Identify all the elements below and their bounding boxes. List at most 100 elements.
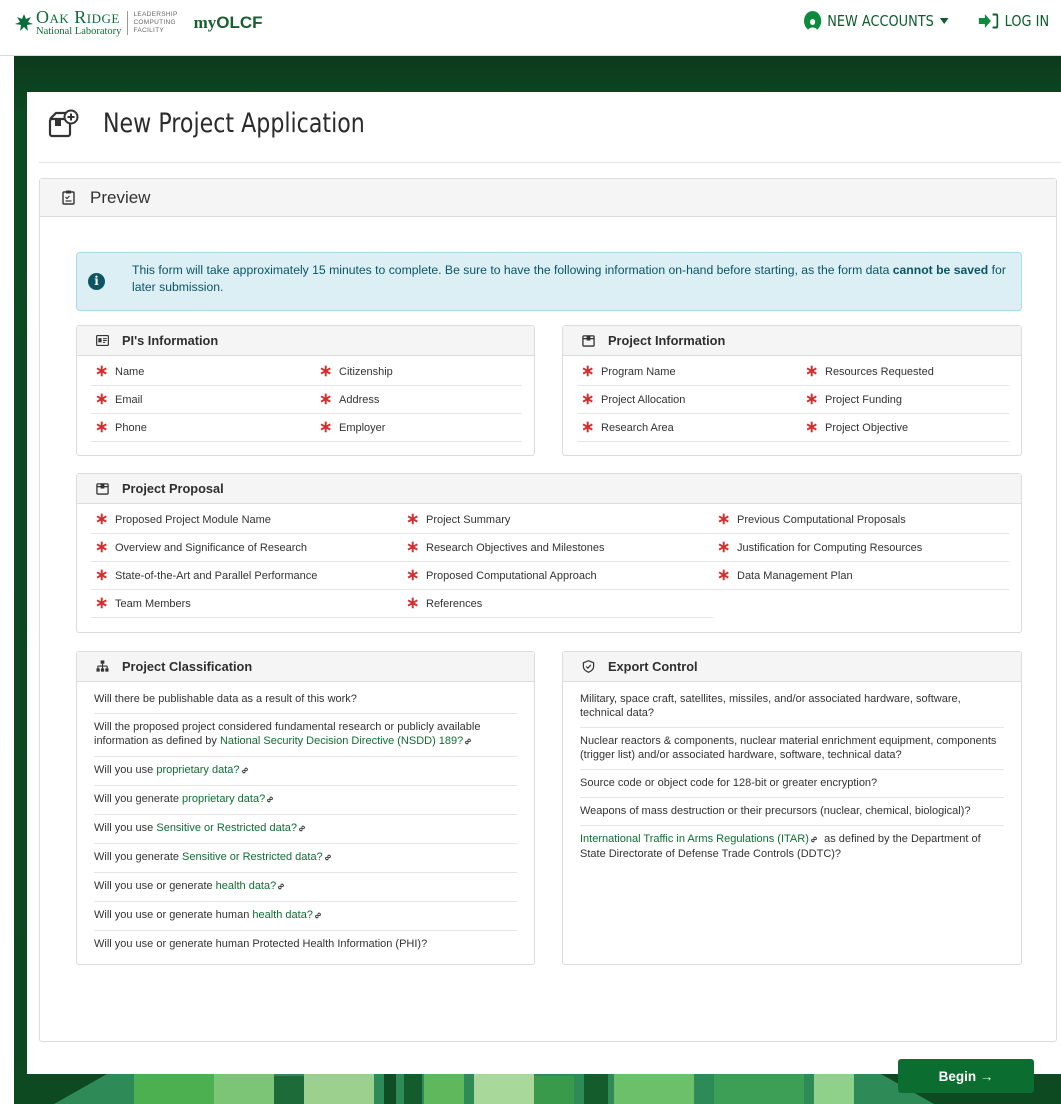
preview-header: Preview xyxy=(40,179,1056,217)
link-icon[interactable]: ∞ xyxy=(311,909,326,924)
info-alert: i This form will take approximately 15 m… xyxy=(76,252,1022,311)
required-field-item: ∗ Phone xyxy=(91,414,315,442)
project-classification-panel: Project Classification Will there be pub… xyxy=(76,651,535,965)
required-asterisk-icon: ∗ xyxy=(581,362,595,380)
question-text: Source code or object code for 128-bit o… xyxy=(580,777,878,789)
shield-icon xyxy=(582,660,595,673)
required-field-item: ∗ Previous Computational Proposals xyxy=(713,506,1009,534)
org-subtitle: National Laboratory xyxy=(36,26,122,37)
required-field-item: ∗ Proposed Project Module Name xyxy=(91,506,402,534)
question-text: Will you use xyxy=(94,764,157,776)
new-accounts-dropdown[interactable]: NEW ACCOUNTS xyxy=(804,11,949,31)
link-icon[interactable]: ∞ xyxy=(274,880,289,895)
required-asterisk-icon: ∗ xyxy=(95,594,109,612)
question-text: Weapons of mass destruction or their pre… xyxy=(580,805,971,817)
alert-message: This form will take approximately 15 min… xyxy=(132,262,1012,296)
id-card-icon xyxy=(96,334,109,347)
question-text: Will you use or generate human xyxy=(94,909,253,921)
sign-in-icon xyxy=(979,13,999,29)
question-item: Will you use or generate human health da… xyxy=(94,902,517,931)
question-item: Nuclear reactors & components, nuclear m… xyxy=(580,728,1004,770)
required-asterisk-icon: ∗ xyxy=(805,390,819,408)
login-label: LOG IN xyxy=(1004,12,1050,30)
question-link[interactable]: health data? xyxy=(216,880,277,892)
question-item: Will you use proprietary data?∞ xyxy=(94,757,517,786)
required-field-label: Proposed Computational Approach xyxy=(426,569,597,582)
divider xyxy=(39,162,1061,163)
facility-line: FACILITY xyxy=(133,26,165,34)
required-asterisk-icon: ∗ xyxy=(406,538,420,556)
facility-line: COMPUTING xyxy=(133,18,176,26)
panel-title: Export Control xyxy=(608,659,698,674)
panel-header: Project Information xyxy=(563,326,1021,356)
project-proposal-panel: Project Proposal ∗ Proposed Project Modul… xyxy=(76,473,1022,633)
question-item: International Traffic in Arms Regulation… xyxy=(580,826,1004,868)
required-asterisk-icon: ∗ xyxy=(581,418,595,436)
question-text: Will you use xyxy=(94,822,157,834)
question-link[interactable]: International Traffic in Arms Regulation… xyxy=(580,833,809,845)
required-field-label: References xyxy=(426,597,483,610)
panel-title: Project Proposal xyxy=(122,481,224,496)
question-link[interactable]: proprietary data? xyxy=(156,764,239,776)
required-field-label: Employer xyxy=(339,421,386,434)
required-field-item: ∗ References xyxy=(402,590,713,618)
required-asterisk-icon: ∗ xyxy=(805,362,819,380)
link-icon[interactable]: ∞ xyxy=(238,764,253,779)
required-field-label: Project Objective xyxy=(825,421,909,434)
app-name: myOLCF xyxy=(194,13,263,33)
login-link[interactable]: LOG IN xyxy=(978,12,1049,30)
required-field-label: Project Summary xyxy=(426,513,511,526)
nav-right: NEW ACCOUNTS LOG IN xyxy=(804,11,1061,31)
ornl-leaf-logo-icon xyxy=(15,13,33,31)
page-header: New Project Application xyxy=(47,108,422,139)
required-field-item: ∗ Project Allocation xyxy=(577,386,801,414)
new-project-icon xyxy=(48,109,79,137)
main-card: New Project Application Preview i This f… xyxy=(27,92,1061,1093)
question-item: Source code or object code for 128-bit o… xyxy=(580,770,1004,798)
required-field-label: Overview and Significance of Research xyxy=(115,541,307,554)
question-text: Will there be publishable data as a resu… xyxy=(94,693,357,705)
info-circle-icon: i xyxy=(88,273,105,290)
pi-information-panel: PI's Information ∗ Name ∗ Citizenship ∗ Email… xyxy=(76,325,535,456)
required-asterisk-icon: ∗ xyxy=(406,594,420,612)
question-link[interactable]: proprietary data? xyxy=(182,793,265,805)
required-field-item: ∗ Program Name xyxy=(577,358,801,386)
panel-title: PI's Information xyxy=(122,333,219,348)
link-icon[interactable]: ∞ xyxy=(295,822,310,837)
preview-title: Preview xyxy=(90,187,151,207)
question-link[interactable]: Sensitive or Restricted data? xyxy=(182,851,323,863)
question-link[interactable]: National Security Decision Directive (NS… xyxy=(220,735,463,747)
required-asterisk-icon: ∗ xyxy=(319,390,333,408)
panel-title: Project Classification xyxy=(122,659,253,674)
required-asterisk-icon: ∗ xyxy=(581,390,595,408)
preview-panel: Preview i This form will take approximat… xyxy=(39,178,1057,1093)
user-circle-icon xyxy=(804,11,822,31)
question-text: Will you generate xyxy=(94,793,183,805)
begin-button[interactable]: Begin → xyxy=(898,1059,1034,1093)
question-item: Weapons of mass destruction or their pre… xyxy=(580,798,1004,826)
panel-header: PI's Information xyxy=(77,326,534,356)
brand[interactable]: Oak Ridge National Laboratory LEADERSHIP… xyxy=(14,8,263,38)
question-link[interactable]: health data? xyxy=(252,909,313,921)
question-link[interactable]: Sensitive or Restricted data? xyxy=(156,822,297,834)
required-field-item: ∗ Resources Requested xyxy=(801,358,1009,386)
required-field-item: ∗ Overview and Significance of Research xyxy=(91,534,402,562)
question-text: Nuclear reactors & components, nuclear m… xyxy=(580,735,997,761)
required-field-label: Program Name xyxy=(601,365,676,378)
new-accounts-label: NEW ACCOUNTS xyxy=(827,12,935,30)
question-text: Will you use or generate xyxy=(94,880,216,892)
required-field-label: Resources Requested xyxy=(825,365,934,378)
panel-header: Project Classification xyxy=(77,652,534,682)
link-icon[interactable]: ∞ xyxy=(461,735,476,750)
app-name-main: OLCF xyxy=(216,12,263,32)
link-icon[interactable]: ∞ xyxy=(263,793,278,808)
required-field-item: ∗ Team Members xyxy=(91,590,402,618)
facility-line: LEADERSHIP xyxy=(133,10,178,18)
required-asterisk-icon: ∗ xyxy=(717,566,731,584)
panel-header: Project Proposal xyxy=(77,474,1021,504)
required-field-item: ∗ Research Objectives and Milestones xyxy=(402,534,713,562)
clipboard-icon xyxy=(62,190,75,205)
required-field-label: Citizenship xyxy=(339,365,393,378)
link-icon[interactable]: ∞ xyxy=(321,851,336,866)
required-asterisk-icon: ∗ xyxy=(95,538,109,556)
